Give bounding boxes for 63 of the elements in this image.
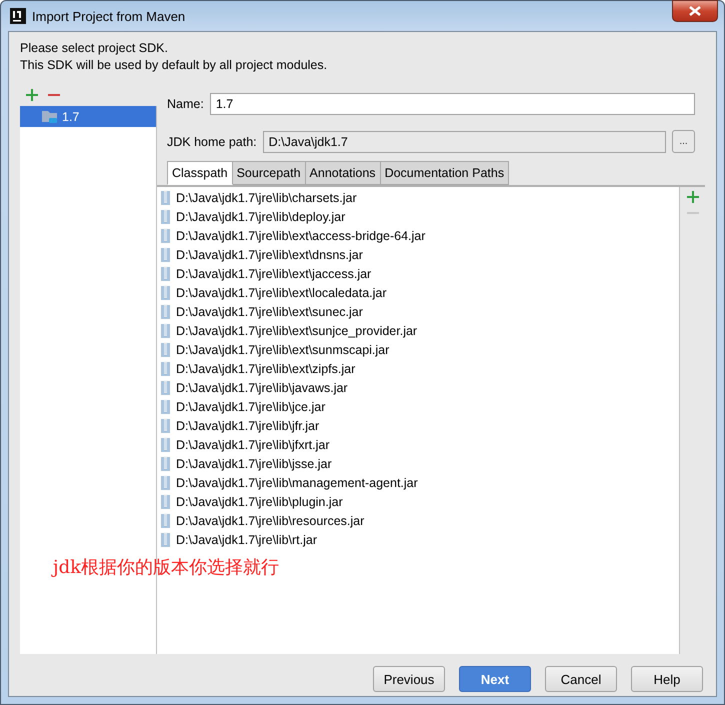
jar-icon — [161, 476, 170, 490]
sdk-folder-icon — [42, 110, 58, 124]
dialog-button[interactable]: Next — [459, 666, 531, 692]
classpath-entry[interactable]: D:\Java\jdk1.7\jre\lib\plugin.jar — [176, 494, 343, 508]
classpath-entry[interactable]: D:\Java\jdk1.7\jre\lib\rt.jar — [176, 532, 318, 546]
dialog-button[interactable]: Help — [631, 666, 703, 692]
jar-icon — [161, 324, 170, 338]
browse-button[interactable]: ... — [672, 130, 695, 153]
jar-icon — [161, 380, 170, 394]
sdk-list-item[interactable]: 1.7 — [20, 106, 156, 127]
jar-icon — [161, 286, 170, 300]
jar-icon — [161, 494, 170, 508]
jar-icon — [161, 228, 170, 242]
instruction-text: Please select project SDK. — [20, 41, 168, 55]
window-title: Import Project from Maven — [32, 8, 186, 24]
jar-icon — [161, 514, 170, 528]
jar-icon — [161, 400, 170, 414]
classpath-entry[interactable]: D:\Java\jdk1.7\jre\lib\jce.jar — [176, 400, 326, 414]
home-path-field[interactable]: D:\Java\jdk1.7 — [262, 130, 666, 152]
close-icon — [689, 6, 701, 16]
jar-icon — [161, 532, 170, 546]
classpath-entry[interactable]: D:\Java\jdk1.7\jre\lib\ext\sunjce_provider.jar — [176, 324, 418, 338]
classpath-entry[interactable]: D:\Java\jdk1.7\jre\lib\jfxrt.jar — [176, 438, 330, 452]
name-label: Name: — [167, 97, 204, 111]
classpath-entry[interactable]: D:\Java\jdk1.7\jre\lib\jsse.jar — [176, 456, 332, 470]
classpath-entry[interactable]: D:\Java\jdk1.7\jre\lib\ext\sunmscapi.jar — [176, 342, 390, 356]
home-path-label: JDK home path: — [167, 134, 257, 148]
jar-icon — [161, 362, 170, 376]
name-field[interactable]: 1.7 — [210, 93, 695, 115]
classpath-entry[interactable]: D:\Java\jdk1.7\jre\lib\resources.jar — [176, 514, 364, 528]
dialog-button[interactable]: Cancel — [545, 666, 617, 692]
remove-icon[interactable] — [48, 93, 60, 97]
close-button[interactable] — [672, 0, 718, 22]
jar-icon — [161, 342, 170, 356]
instruction-text: This SDK will be used by default by all project modules. — [20, 58, 328, 72]
jar-icon — [161, 210, 170, 224]
jar-icon — [161, 266, 170, 280]
jar-icon — [161, 190, 170, 204]
jar-icon — [161, 456, 170, 470]
classpath-entry[interactable]: D:\Java\jdk1.7\jre\lib\ext\localedata.jar — [176, 286, 387, 300]
classpath-entry[interactable]: D:\Java\jdk1.7\jre\lib\ext\dnsns.jar — [176, 248, 363, 262]
tab[interactable]: Classpath — [167, 161, 233, 185]
jar-icon — [161, 418, 170, 432]
classpath-entry[interactable]: D:\Java\jdk1.7\jre\lib\jfr.jar — [176, 418, 320, 432]
add-icon[interactable] — [686, 191, 698, 203]
tab[interactable]: Annotations — [306, 161, 381, 185]
classpath-entry[interactable]: D:\Java\jdk1.7\jre\lib\ext\access-bridge-64.jar — [176, 228, 426, 242]
classpath-entry[interactable]: D:\Java\jdk1.7\jre\lib\management-agent.jar — [176, 476, 418, 490]
classpath-entry[interactable]: D:\Java\jdk1.7\jre\lib\ext\sunec.jar — [176, 304, 363, 318]
jar-icon — [161, 304, 170, 318]
classpath-entry[interactable]: D:\Java\jdk1.7\jre\lib\ext\jaccess.jar — [176, 266, 372, 280]
classpath-entry[interactable]: D:\Java\jdk1.7\jre\lib\javaws.jar — [176, 380, 348, 394]
tab[interactable]: Sourcepath — [232, 161, 306, 185]
classpath-entry[interactable]: D:\Java\jdk1.7\jre\lib\charsets.jar — [176, 190, 357, 204]
classpath-entry[interactable]: D:\Java\jdk1.7\jre\lib\deploy.jar — [176, 210, 346, 224]
dialog-button[interactable]: Previous — [373, 666, 445, 692]
jar-icon — [161, 438, 170, 452]
classpath-entry[interactable]: D:\Java\jdk1.7\jre\lib\ext\zipfs.jar — [176, 362, 356, 376]
app-logo-icon — [10, 8, 26, 24]
add-icon[interactable] — [26, 89, 38, 101]
tab[interactable]: Documentation Paths — [380, 161, 510, 185]
jar-icon — [161, 248, 170, 262]
annotation-text: jdk根据你的版本你选择就行 — [53, 556, 280, 579]
